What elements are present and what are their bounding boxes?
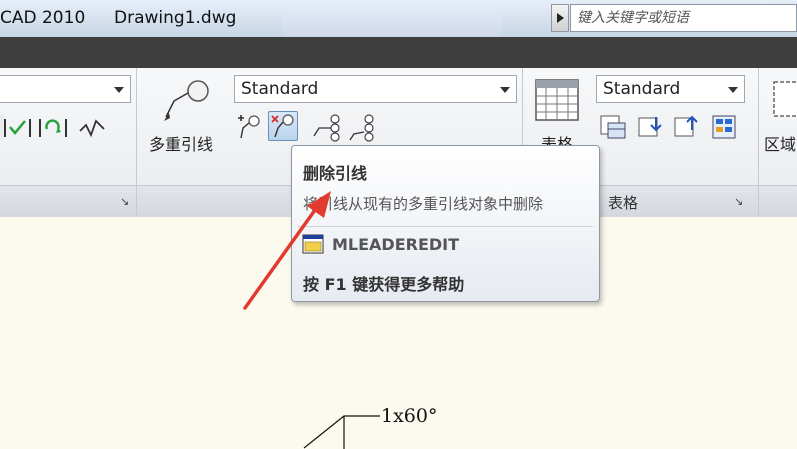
table-panel-title: 表格 xyxy=(608,194,639,212)
document-title: Drawing1.dwg xyxy=(114,8,237,28)
upload-table-icon[interactable] xyxy=(672,113,702,141)
dim-tool-partial-icon[interactable] xyxy=(0,115,4,141)
remove-leader-icon xyxy=(271,114,294,138)
dimension-text: 1x60° xyxy=(381,405,438,427)
blurred-tab xyxy=(282,10,502,36)
collect-leaders-icon[interactable] xyxy=(346,112,378,142)
dimension-style-combo[interactable] xyxy=(0,75,131,103)
annotation-arrow xyxy=(243,191,331,310)
panel-separator xyxy=(136,186,137,216)
remove-leader-button[interactable] xyxy=(268,111,298,141)
extract-data-icon[interactable] xyxy=(598,113,628,141)
mleader-style-value: Standard xyxy=(241,79,319,99)
panel-separator xyxy=(758,186,759,216)
table-style-value: Standard xyxy=(603,79,681,99)
chevron-down-icon xyxy=(114,87,124,93)
table-style-combo[interactable]: Standard xyxy=(596,75,745,103)
region-icon[interactable] xyxy=(770,78,797,122)
leader-line xyxy=(303,415,380,449)
dim-jog-icon[interactable] xyxy=(79,119,105,138)
dimension-panel-launcher-icon[interactable]: ↘ xyxy=(120,195,129,208)
add-leader-icon[interactable] xyxy=(234,112,264,142)
dimension-tools-row xyxy=(0,115,105,141)
app-title: CAD 2010 xyxy=(0,8,86,28)
table-panel-launcher-icon[interactable]: ↘ xyxy=(734,195,743,208)
chevron-down-icon xyxy=(728,87,738,93)
tooltip-divider xyxy=(298,226,593,227)
search-expand-arrow-icon[interactable] xyxy=(551,4,569,32)
dim-update-icon[interactable] xyxy=(39,119,67,137)
multileader-button-label[interactable]: 多重引线 xyxy=(149,131,213,155)
tooltip-title: 删除引线 xyxy=(303,164,368,183)
table-icon[interactable] xyxy=(534,78,582,124)
ribbon-tab-strip xyxy=(0,37,797,68)
link-data-icon[interactable] xyxy=(710,113,740,141)
mleader-style-combo[interactable]: Standard xyxy=(234,75,517,103)
title-bar: CAD 2010 Drawing1.dwg xyxy=(0,0,797,37)
multileader-icon[interactable] xyxy=(160,77,212,123)
tooltip-command: MLEADEREDIT xyxy=(332,235,460,254)
dim-break-icon[interactable] xyxy=(4,119,31,137)
region-button-label[interactable]: 区域 xyxy=(764,131,796,155)
download-table-icon[interactable] xyxy=(636,113,666,141)
align-leaders-icon[interactable] xyxy=(311,112,343,142)
chevron-down-icon xyxy=(500,87,510,93)
search-input[interactable] xyxy=(570,4,797,32)
